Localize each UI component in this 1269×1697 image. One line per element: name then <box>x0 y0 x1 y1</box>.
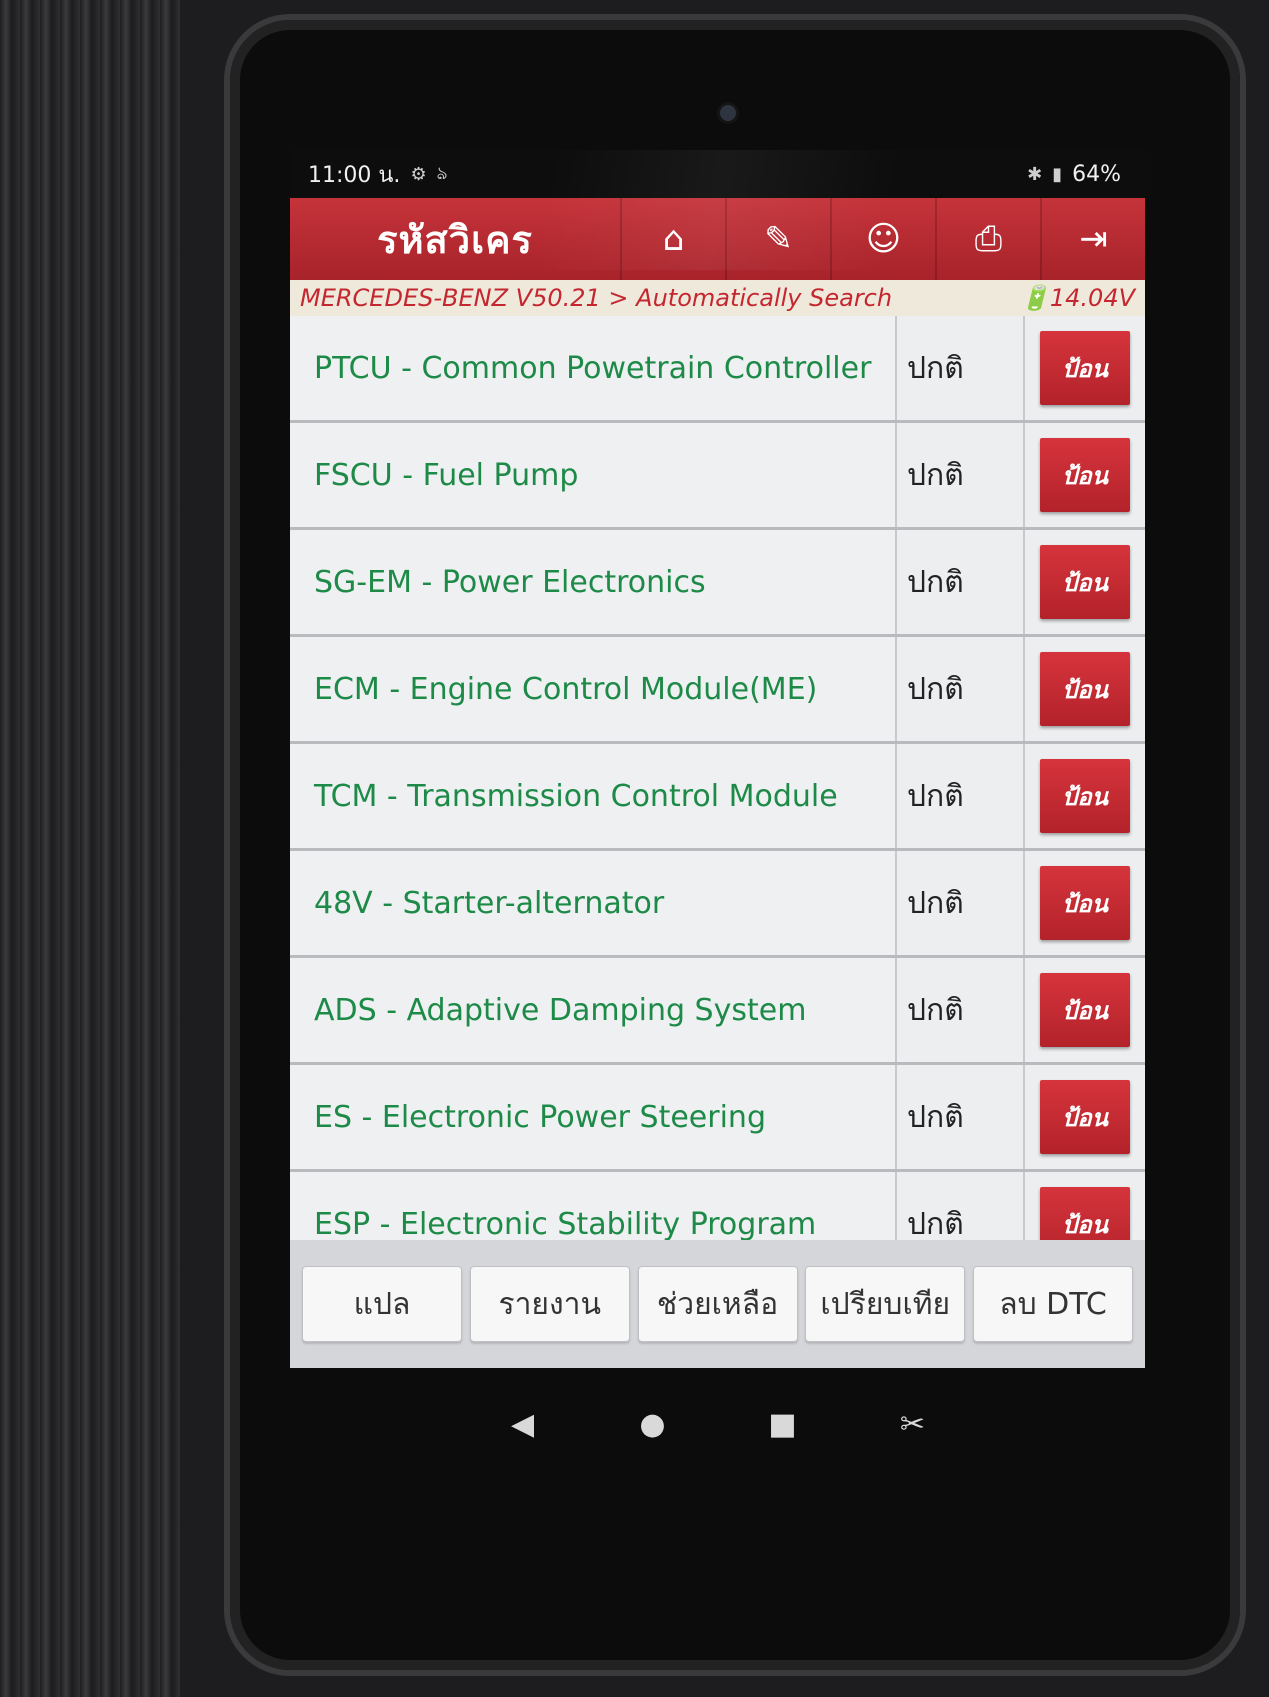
module-name: SG-EM - Power Electronics <box>290 530 897 634</box>
list-item[interactable]: PTCU - Common Powetrain Controller ปกติ … <box>290 316 1145 423</box>
module-status: ปกติ <box>897 744 1025 848</box>
module-status: ปกติ <box>897 851 1025 955</box>
edit-icon: ✎ <box>764 219 793 259</box>
module-status: ปกติ <box>897 423 1025 527</box>
settings-icon: ⚙ <box>410 163 427 185</box>
translate-button[interactable]: แปล <box>302 1266 462 1342</box>
module-name: ECM - Engine Control Module(ME) <box>290 637 897 741</box>
home-nav-icon[interactable]: ● <box>633 1407 673 1442</box>
vpn-icon: ঌ <box>436 162 448 184</box>
enter-button[interactable]: ป้อน <box>1040 438 1130 512</box>
module-status: ปกติ <box>897 1065 1025 1169</box>
list-item[interactable]: ECM - Engine Control Module(ME) ปกติ ป้อ… <box>290 637 1145 744</box>
list-item[interactable]: SG-EM - Power Electronics ปกติ ป้อน <box>290 530 1145 637</box>
list-item[interactable]: ADS - Adaptive Damping System ปกติ ป้อน <box>290 958 1145 1065</box>
battery-icon: ▮ <box>1052 163 1063 185</box>
module-name: FSCU - Fuel Pump <box>290 423 897 527</box>
module-status: ปกติ <box>897 530 1025 634</box>
list-item[interactable]: 48V - Starter-alternator ปกติ ป้อน <box>290 851 1145 958</box>
module-name: 48V - Starter-alternator <box>290 851 897 955</box>
user-icon: ☺ <box>865 219 902 259</box>
battery-level: 64% <box>1072 161 1121 187</box>
enter-button[interactable]: ป้อน <box>1040 331 1130 405</box>
module-status: ปกติ <box>897 637 1025 741</box>
print-button[interactable]: ⎙ <box>935 198 1040 280</box>
exit-icon: ⇥ <box>1079 219 1108 259</box>
bluetooth-icon: ✱ <box>1027 163 1043 185</box>
breadcrumb: MERCEDES-BENZ V50.21 > Automatically Sea… <box>290 280 1145 316</box>
enter-button[interactable]: ป้อน <box>1040 545 1130 619</box>
user-button[interactable]: ☺ <box>830 198 935 280</box>
voltage-readout: 🔋14.04V <box>1019 284 1135 312</box>
android-nav-bar: ◀ ● ■ ✂ <box>290 1368 1145 1480</box>
list-item[interactable]: ES - Electronic Power Steering ปกติ ป้อน <box>290 1065 1145 1172</box>
back-icon[interactable]: ◀ <box>503 1407 543 1442</box>
app-toolbar: รหัสวิเคร ⌂ ✎ ☺ ⎙ ⇥ <box>290 198 1145 280</box>
module-list[interactable]: PTCU - Common Powetrain Controller ปกติ … <box>290 316 1145 1323</box>
status-bar: 11:00 น. ⚙ ঌ ✱ ▮ 64% <box>290 150 1145 198</box>
help-button[interactable]: ช่วยเหลือ <box>637 1266 798 1342</box>
module-name: TCM - Transmission Control Module <box>290 744 897 848</box>
clock: 11:00 น. <box>308 162 401 188</box>
enter-button[interactable]: ป้อน <box>1040 1080 1130 1154</box>
edit-button[interactable]: ✎ <box>725 198 830 280</box>
module-status: ปกติ <box>897 316 1025 420</box>
module-name: ES - Electronic Power Steering <box>290 1065 897 1169</box>
tablet-screen: 11:00 น. ⚙ ঌ ✱ ▮ 64% รหัสวิเคร ⌂ ✎ ☺ ⎙ ⇥… <box>290 150 1145 1480</box>
list-item[interactable]: FSCU - Fuel Pump ปกติ ป้อน <box>290 423 1145 530</box>
breadcrumb-path: MERCEDES-BENZ V50.21 > Automatically Sea… <box>300 284 893 312</box>
recents-icon[interactable]: ■ <box>763 1407 803 1442</box>
page-title: รหัสวิเคร <box>377 217 533 262</box>
screenshot-icon[interactable]: ✂ <box>893 1407 933 1442</box>
bottom-action-bar: แปล รายงาน ช่วยเหลือ เปรียบเทีย ลบ DTC <box>290 1240 1145 1368</box>
clear-dtc-button[interactable]: ลบ DTC <box>973 1266 1133 1342</box>
home-button[interactable]: ⌂ <box>620 198 725 280</box>
module-name: ADS - Adaptive Damping System <box>290 958 897 1062</box>
front-camera <box>720 105 736 121</box>
module-status: ปกติ <box>897 958 1025 1062</box>
list-item[interactable]: TCM - Transmission Control Module ปกติ ป… <box>290 744 1145 851</box>
report-button[interactable]: รายงาน <box>469 1266 630 1342</box>
enter-button[interactable]: ป้อน <box>1040 973 1130 1047</box>
exit-button[interactable]: ⇥ <box>1040 198 1145 280</box>
print-icon: ⎙ <box>974 219 1003 259</box>
module-name: PTCU - Common Powetrain Controller <box>290 316 897 420</box>
enter-button[interactable]: ป้อน <box>1040 866 1130 940</box>
enter-button[interactable]: ป้อน <box>1040 759 1130 833</box>
home-icon: ⌂ <box>662 219 685 259</box>
enter-button[interactable]: ป้อน <box>1040 652 1130 726</box>
compare-button[interactable]: เปรียบเทีย <box>805 1266 966 1342</box>
